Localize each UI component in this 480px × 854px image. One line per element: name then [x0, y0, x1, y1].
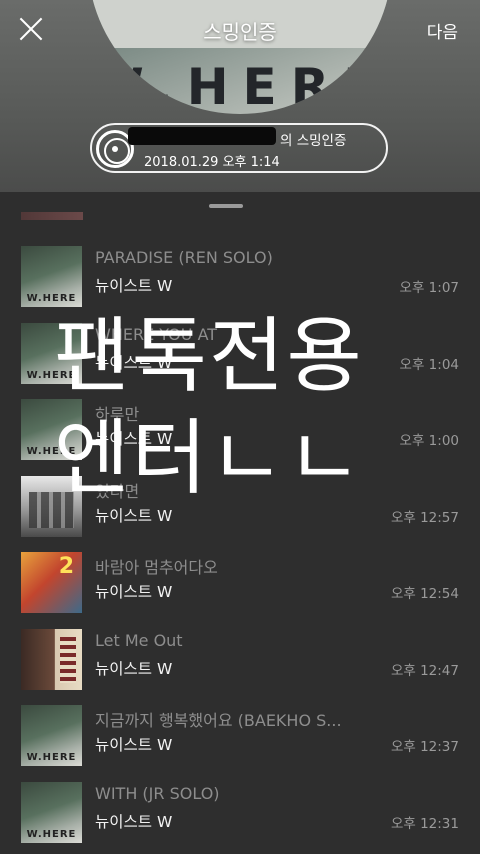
redacted-username — [128, 127, 276, 145]
album-art-logo: W.HERE — [88, 58, 392, 114]
play-time: 오후 12:57 — [390, 509, 459, 526]
drag-handle[interactable] — [209, 204, 243, 208]
track-row[interactable]: Let Me Out 뉴이스트 W 오후 12:47 — [0, 628, 480, 705]
track-title: WHERE YOU AT — [95, 324, 218, 344]
play-time: 오후 12:37 — [390, 739, 459, 755]
track-title: 하루만 — [95, 405, 140, 424]
page-title: 스밍인증 — [203, 20, 277, 44]
album-thumbnail — [21, 552, 82, 613]
track-row[interactable]: WHERE YOU AT 뉴이스트 W 오후 1:04 — [0, 322, 480, 399]
play-time: 오후 12:54 — [390, 586, 459, 602]
streaming-cert-badge: 의 스밍인증 2018.01.29 오후 1:14 — [90, 123, 388, 173]
track-title: 바람아 멈추어다오 — [95, 558, 218, 577]
track-title: Let Me Out — [95, 630, 183, 650]
album-thumbnail — [21, 628, 82, 690]
album-thumbnail — [21, 705, 82, 766]
track-artist: 뉴이스트 W — [95, 353, 173, 372]
play-time: 오후 1:00 — [399, 433, 459, 449]
track-title: WITH (JR SOLO) — [95, 783, 220, 803]
album-thumbnail — [21, 322, 82, 384]
cert-timestamp: 2018.01.29 오후 1:14 — [144, 155, 280, 170]
play-time: 오후 1:07 — [399, 280, 459, 296]
album-thumbnail — [21, 781, 82, 843]
track-artist: 뉴이스트 W — [95, 583, 173, 601]
play-time: 오후 12:31 — [390, 815, 459, 832]
track-row[interactable]: 지금까지 행복했어요 (BAEKHO S... 뉴이스트 W 오후 12:37 — [0, 705, 480, 781]
album-thumbnail — [21, 399, 82, 460]
track-title: 있다면 — [95, 481, 140, 501]
next-button[interactable]: 다음 — [427, 18, 458, 43]
track-title: 지금까지 행복했어요 (BAEKHO S... — [95, 711, 342, 730]
play-time: 오후 1:04 — [399, 356, 459, 373]
album-thumbnail — [21, 246, 82, 307]
track-artist: 뉴이스트 W — [95, 277, 173, 295]
album-art-circle: 스밍인증 W.HERE — [88, 0, 392, 114]
track-row[interactable]: WITH (JR SOLO) 뉴이스트 W 오후 12:31 — [0, 781, 480, 854]
track-row[interactable]: PARADISE (REN SOLO) 뉴이스트 W 오후 1:07 — [0, 246, 480, 322]
track-artist: 뉴이스트 W — [95, 736, 173, 754]
track-row[interactable]: 하루만뉴이스트 W 오후 1:00 — [0, 399, 480, 475]
header-section: 스밍인증 W.HERE 다음 의 스밍인증 2018.01.29 오후 1:14 — [0, 0, 480, 192]
previous-item-peek — [21, 212, 83, 220]
track-row[interactable]: 있다면뉴이스트 W 오후 12:57 — [0, 475, 480, 552]
close-icon[interactable] — [14, 12, 48, 46]
track-title: PARADISE (REN SOLO) — [95, 248, 273, 267]
album-thumbnail — [21, 475, 82, 537]
track-artist: 뉴이스트 W — [95, 659, 173, 678]
play-time: 오후 12:47 — [390, 662, 459, 679]
track-artist: 뉴이스트 W — [95, 506, 173, 525]
track-row[interactable]: 바람아 멈추어다오뉴이스트 W 오후 12:54 — [0, 552, 480, 628]
cert-suffix-label: 의 스밍인증 — [280, 133, 347, 149]
track-artist: 뉴이스트 W — [95, 430, 173, 448]
track-artist: 뉴이스트 W — [95, 812, 173, 831]
